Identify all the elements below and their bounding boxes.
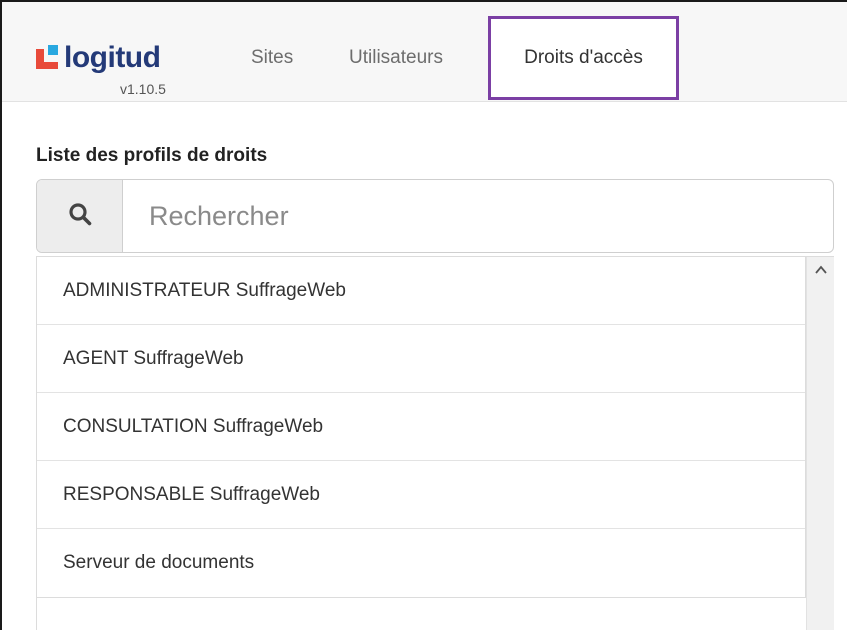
logo-mark-icon [36, 45, 60, 71]
list-item[interactable]: CONSULTATION SuffrageWeb [37, 393, 805, 461]
scroll-up-button[interactable] [807, 257, 835, 285]
tab-sites[interactable]: Sites [245, 16, 305, 100]
brand-name: logitud [64, 41, 161, 74]
chevron-up-icon [815, 262, 827, 280]
search-addon[interactable] [37, 180, 123, 252]
app-version: v1.10.5 [120, 81, 166, 97]
profiles-list-container: ADMINISTRATEUR SuffrageWeb AGENT Suffrag… [36, 256, 834, 630]
tab-utilisateurs[interactable]: Utilisateurs [343, 16, 473, 100]
top-navbar: logitud v1.10.5 Sites Utilisateurs Droit… [2, 2, 847, 102]
list-item[interactable]: AGENT SuffrageWeb [37, 325, 805, 393]
tab-droits-acces[interactable]: Droits d'accès [488, 16, 679, 100]
list-item[interactable]: RESPONSABLE SuffrageWeb [37, 461, 805, 529]
list-item[interactable]: ADMINISTRATEUR SuffrageWeb [37, 257, 805, 325]
scrollbar[interactable] [806, 257, 834, 630]
page-title: Liste des profils de droits [36, 145, 268, 166]
list-item[interactable]: Serveur de documents [37, 529, 805, 597]
search-input[interactable] [123, 180, 833, 252]
logitud-logo[interactable]: logitud [36, 38, 161, 78]
profiles-list: ADMINISTRATEUR SuffrageWeb AGENT Suffrag… [37, 257, 806, 598]
search-box [36, 179, 834, 253]
search-icon [68, 202, 92, 231]
